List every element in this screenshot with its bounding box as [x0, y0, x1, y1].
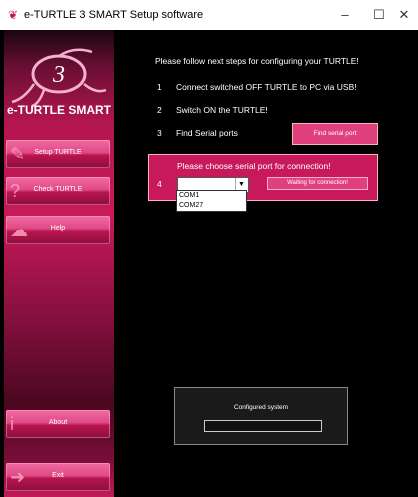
close-button[interactable]: ✕: [390, 4, 418, 26]
connection-status: Waiting for connection!: [267, 177, 368, 190]
sidebar-item-exit[interactable]: ➜ Exit: [6, 463, 110, 491]
step-number: 2: [157, 105, 162, 115]
sidebar-item-check[interactable]: ? Check TURTLE: [6, 177, 110, 205]
step-number: 1: [157, 82, 162, 92]
serial-port-option[interactable]: COM27: [177, 201, 246, 211]
maximize-button[interactable]: ☐: [365, 4, 393, 26]
step-number: 4: [157, 179, 162, 189]
sidebar-item-label: About: [48, 419, 68, 426]
setup-content: Please follow next steps for configuring…: [114, 30, 418, 497]
find-serial-port-button[interactable]: Find serial port: [292, 123, 378, 145]
step-number: 3: [157, 128, 162, 138]
step-text: Find Serial ports: [176, 128, 238, 138]
choose-port-title: Please choose serial port for connection…: [177, 161, 331, 171]
configured-system-label: Configured system: [233, 404, 289, 411]
app-turtle-icon: ❦: [8, 8, 19, 22]
step-text: Connect switched OFF TURTLE to PC via US…: [176, 82, 357, 92]
sidebar: 3 e-TURTLE SMART ✎ Setup TURTLE ? Check …: [4, 30, 114, 497]
step-text: Switch ON the TURTLE!: [176, 105, 268, 115]
logo-number: 3: [52, 62, 65, 88]
main-window: 3 e-TURTLE SMART ✎ Setup TURTLE ? Check …: [0, 30, 418, 497]
sidebar-item-label: Help: [50, 225, 66, 232]
brand-name: e-TURTLE SMART: [7, 103, 111, 117]
minimize-button[interactable]: –: [331, 4, 359, 26]
sidebar-item-label: Exit: [52, 472, 64, 479]
configured-system-field: [204, 420, 322, 432]
configured-system-panel: Configured system: [174, 387, 348, 445]
serial-port-option[interactable]: COM1: [177, 191, 246, 201]
sidebar-item-help[interactable]: ☁ Help: [6, 216, 110, 244]
sidebar-item-setup[interactable]: ✎ Setup TURTLE: [6, 140, 110, 168]
sidebar-item-about[interactable]: i About: [6, 410, 110, 438]
sidebar-item-label: Check TURTLE: [33, 186, 83, 193]
sidebar-item-label: Setup TURTLE: [34, 149, 82, 156]
title-bar: ❦ e-TURTLE 3 SMART Setup software – ☐ ✕: [0, 0, 418, 30]
serial-port-dropdown: COM1 COM27: [176, 190, 247, 212]
instructions-heading: Please follow next steps for configuring…: [155, 56, 359, 66]
window-title: e-TURTLE 3 SMART Setup software: [24, 9, 204, 21]
